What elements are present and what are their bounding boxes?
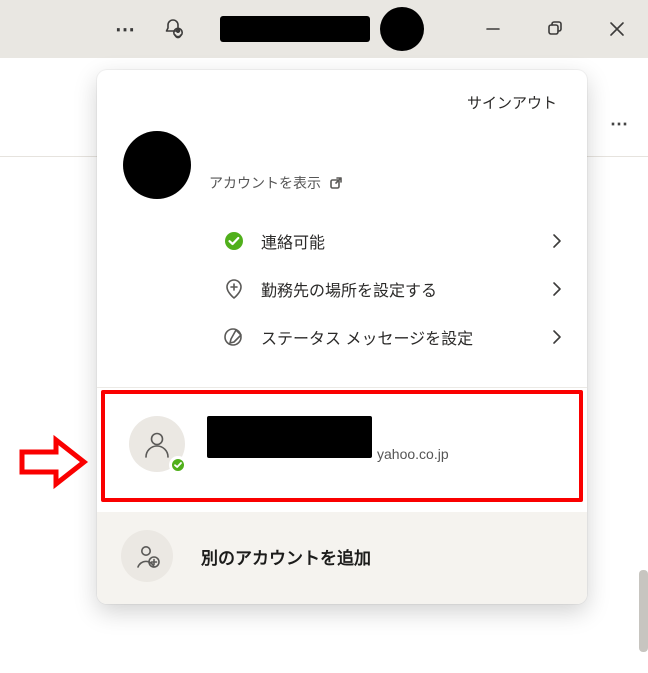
profile-right: アカウントを表示 [209,127,343,193]
redacted-secondary-name [207,416,372,458]
signout-row: サインアウト [97,70,587,121]
card-divider [97,387,587,388]
add-account-row[interactable]: 別のアカウントを追加 [97,512,587,604]
status-menu: 連絡可能 勤務先の場所を設定する [97,203,587,379]
presence-available-icon [223,230,245,252]
external-link-icon [329,176,343,190]
minimize-button[interactable] [462,0,524,58]
menu-item-label: ステータス メッセージを設定 [261,325,473,349]
redacted-name [220,16,370,42]
secondary-account-info: yahoo.co.jp [207,416,449,462]
secondary-account-row[interactable]: yahoo.co.jp [101,390,583,502]
secondary-account-avatar-wrap [129,416,185,472]
page-more-button[interactable]: ⋯ [600,104,640,144]
edit-status-icon [223,326,245,348]
close-button[interactable] [586,0,648,58]
notifications-icon[interactable] [148,0,198,58]
maximize-button[interactable] [524,0,586,58]
secondary-account-email-suffix: yahoo.co.jp [377,446,449,462]
menu-item-label: 勤務先の場所を設定する [261,277,437,301]
presence-badge-available-icon [169,456,187,474]
signout-link[interactable]: サインアウト [459,88,565,117]
menu-item-availability[interactable]: 連絡可能 [115,217,569,265]
menu-item-work-location[interactable]: 勤務先の場所を設定する [115,265,569,313]
chevron-right-icon [551,232,563,250]
view-account-label: アカウントを表示 [209,173,321,193]
scrollbar-thumb[interactable] [639,570,648,652]
account-popover: サインアウト アカウントを表示 連絡可能 [97,70,587,604]
location-add-icon [223,278,245,300]
titlebar: ⋯ [0,0,648,58]
profile-row: アカウントを表示 [97,121,587,203]
view-account-link[interactable]: アカウントを表示 [209,173,343,193]
person-icon [142,429,172,459]
window-controls [462,0,648,58]
add-account-label: 別のアカウントを追加 [201,544,371,569]
chevron-right-icon [551,280,563,298]
menu-item-label: 連絡可能 [261,229,325,253]
titlebar-avatar [380,7,424,51]
titlebar-more-button[interactable]: ⋯ [104,0,148,58]
menu-item-status-message[interactable]: ステータス メッセージを設定 [115,313,569,361]
add-account-icon [121,530,173,582]
chevron-right-icon [551,328,563,346]
annotation-arrow-icon [18,434,90,490]
profile-avatar [123,131,191,199]
titlebar-identity[interactable] [220,7,424,51]
